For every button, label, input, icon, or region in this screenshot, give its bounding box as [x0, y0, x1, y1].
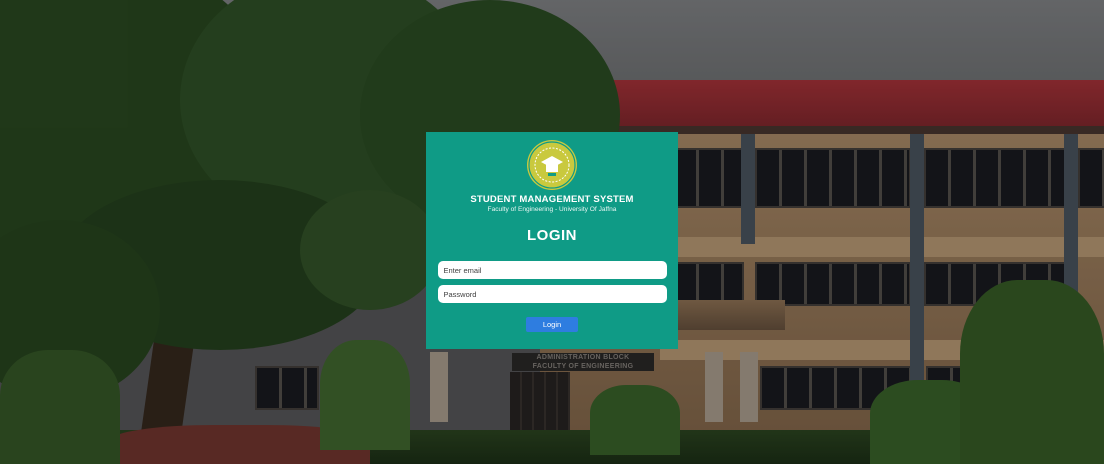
app-subtitle: Faculty of Engineering - University Of J…: [487, 206, 617, 213]
email-field[interactable]: [437, 261, 667, 279]
app-title: STUDENT MANAGEMENT SYSTEM: [470, 194, 634, 205]
login-heading: LOGIN: [527, 227, 577, 244]
emblem-graphic: [528, 141, 576, 189]
login-button[interactable]: Login: [526, 317, 578, 332]
password-field[interactable]: [437, 285, 667, 303]
login-card: STUDENT MANAGEMENT SYSTEM Faculty of Eng…: [426, 132, 678, 349]
university-emblem-icon: [527, 140, 577, 190]
